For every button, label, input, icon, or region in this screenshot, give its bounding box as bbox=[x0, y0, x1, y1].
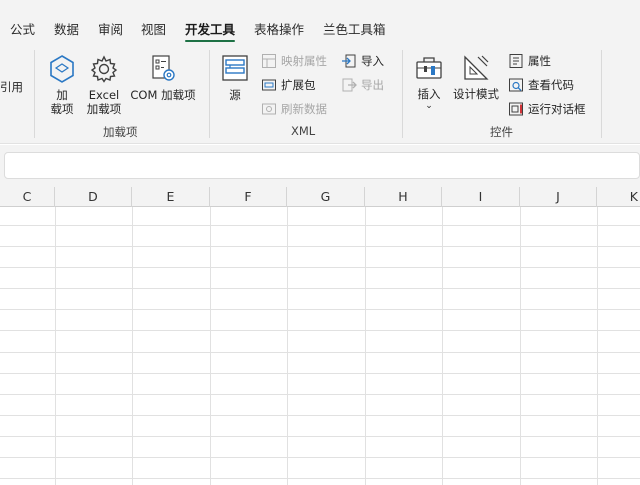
insert-control-button[interactable]: 插入 ⌄ bbox=[411, 54, 447, 111]
group-separator bbox=[209, 50, 210, 138]
xml-source-label: 源 bbox=[229, 88, 241, 102]
tab-review[interactable]: 审阅 bbox=[98, 22, 123, 38]
column-header-j[interactable]: J bbox=[520, 187, 597, 207]
design-mode-button[interactable]: 设计模式 bbox=[452, 54, 500, 101]
properties-button[interactable]: 属性 bbox=[508, 50, 551, 72]
grid-line bbox=[0, 267, 640, 268]
grid-line bbox=[0, 415, 640, 416]
excel-addins-button[interactable]: Excel 加载项 bbox=[84, 54, 124, 116]
refresh-data-icon bbox=[262, 103, 276, 115]
excel-addins-label-line1: Excel bbox=[88, 88, 120, 102]
chevron-down-icon: ⌄ bbox=[425, 101, 433, 111]
run-dialog-icon bbox=[509, 102, 523, 116]
toolbox-icon bbox=[416, 57, 442, 79]
view-code-button[interactable]: 查看代码 bbox=[508, 74, 574, 96]
grid-line bbox=[0, 436, 640, 437]
insert-control-label: 插入 bbox=[417, 87, 441, 101]
gear-icon bbox=[90, 55, 118, 83]
grid-line bbox=[0, 246, 640, 247]
com-addins-label: COM 加载项 bbox=[130, 88, 196, 102]
properties-icon bbox=[509, 54, 523, 68]
addins-group-label: 加载项 bbox=[103, 125, 138, 139]
active-tab-indicator bbox=[185, 40, 235, 42]
export-label: 导出 bbox=[361, 78, 384, 92]
expansion-packs-label: 扩展包 bbox=[281, 78, 316, 92]
grid-line bbox=[0, 225, 640, 226]
map-properties-label: 映射属性 bbox=[281, 54, 327, 68]
grid-line bbox=[210, 207, 211, 485]
tab-data[interactable]: 数据 bbox=[54, 22, 79, 38]
grid-line bbox=[597, 207, 598, 485]
column-header-c[interactable]: C bbox=[0, 187, 55, 207]
refresh-data-label: 刷新数据 bbox=[281, 102, 327, 116]
column-header-row: C D E F G H I J K bbox=[0, 187, 640, 207]
grid-line bbox=[0, 373, 640, 374]
xml-source-icon bbox=[222, 55, 248, 81]
grid-line bbox=[0, 288, 640, 289]
column-header-e[interactable]: E bbox=[132, 187, 210, 207]
addins-button[interactable]: 加 载项 bbox=[44, 54, 80, 116]
grid-line bbox=[0, 309, 640, 310]
map-properties-button[interactable]: 映射属性 bbox=[261, 50, 327, 72]
formula-bar-area bbox=[0, 145, 640, 187]
references-partial-label[interactable]: 引用 bbox=[0, 79, 23, 95]
list-gear-icon bbox=[152, 55, 175, 81]
addins-label-line1: 加 bbox=[56, 88, 68, 102]
export-button[interactable]: 导出 bbox=[341, 74, 384, 96]
grid-line bbox=[0, 330, 640, 331]
column-header-d[interactable]: D bbox=[55, 187, 132, 207]
excel-addins-label-line2: 加载项 bbox=[86, 102, 122, 116]
tab-formulas[interactable]: 公式 bbox=[10, 22, 35, 38]
xml-group-label: XML bbox=[291, 124, 316, 138]
grid-line bbox=[0, 457, 640, 458]
run-dialog-label: 运行对话框 bbox=[528, 102, 586, 116]
grid-line bbox=[55, 207, 56, 485]
column-header-k[interactable]: K bbox=[597, 187, 640, 207]
expansion-pack-icon bbox=[262, 79, 276, 91]
run-dialog-button[interactable]: 运行对话框 bbox=[508, 98, 586, 120]
spreadsheet-grid[interactable] bbox=[0, 207, 640, 485]
formula-input[interactable] bbox=[4, 152, 640, 179]
properties-label: 属性 bbox=[528, 54, 551, 68]
column-header-h[interactable]: H bbox=[365, 187, 442, 207]
group-separator bbox=[34, 50, 35, 138]
tab-developer[interactable]: 开发工具 bbox=[185, 22, 235, 38]
refresh-data-button[interactable]: 刷新数据 bbox=[261, 98, 327, 120]
export-icon bbox=[342, 78, 357, 92]
grid-line bbox=[0, 478, 640, 479]
tab-view[interactable]: 视图 bbox=[141, 22, 166, 38]
view-code-label: 查看代码 bbox=[528, 78, 574, 92]
design-mode-label: 设计模式 bbox=[453, 87, 499, 101]
grid-line bbox=[520, 207, 521, 485]
addins-label-line2: 载项 bbox=[50, 102, 74, 116]
column-header-i[interactable]: I bbox=[442, 187, 520, 207]
grid-line bbox=[442, 207, 443, 485]
map-properties-icon bbox=[262, 54, 276, 68]
view-code-icon bbox=[509, 78, 523, 92]
column-header-g[interactable]: G bbox=[287, 187, 365, 207]
controls-group-label: 控件 bbox=[490, 125, 513, 139]
expansion-packs-button[interactable]: 扩展包 bbox=[261, 74, 316, 96]
column-header-f[interactable]: F bbox=[210, 187, 287, 207]
import-icon bbox=[342, 54, 356, 68]
com-addins-button[interactable]: COM 加载项 bbox=[128, 54, 198, 102]
menu-bar: 公式 数据 审阅 视图 开发工具 表格操作 兰色工具箱 bbox=[0, 0, 640, 44]
grid-line bbox=[287, 207, 288, 485]
ruler-triangle-icon bbox=[464, 55, 489, 80]
tab-table-ops[interactable]: 表格操作 bbox=[254, 22, 304, 38]
tab-lanse-toolbox[interactable]: 兰色工具箱 bbox=[323, 22, 386, 38]
grid-line bbox=[0, 394, 640, 395]
import-button[interactable]: 导入 bbox=[341, 50, 384, 72]
grid-line bbox=[132, 207, 133, 485]
xml-source-button[interactable]: 源 bbox=[219, 54, 251, 102]
group-separator bbox=[601, 50, 602, 138]
grid-line bbox=[0, 352, 640, 353]
import-label: 导入 bbox=[361, 54, 384, 68]
hexagon-cube-icon bbox=[50, 55, 74, 83]
group-separator bbox=[402, 50, 403, 138]
grid-line bbox=[365, 207, 366, 485]
